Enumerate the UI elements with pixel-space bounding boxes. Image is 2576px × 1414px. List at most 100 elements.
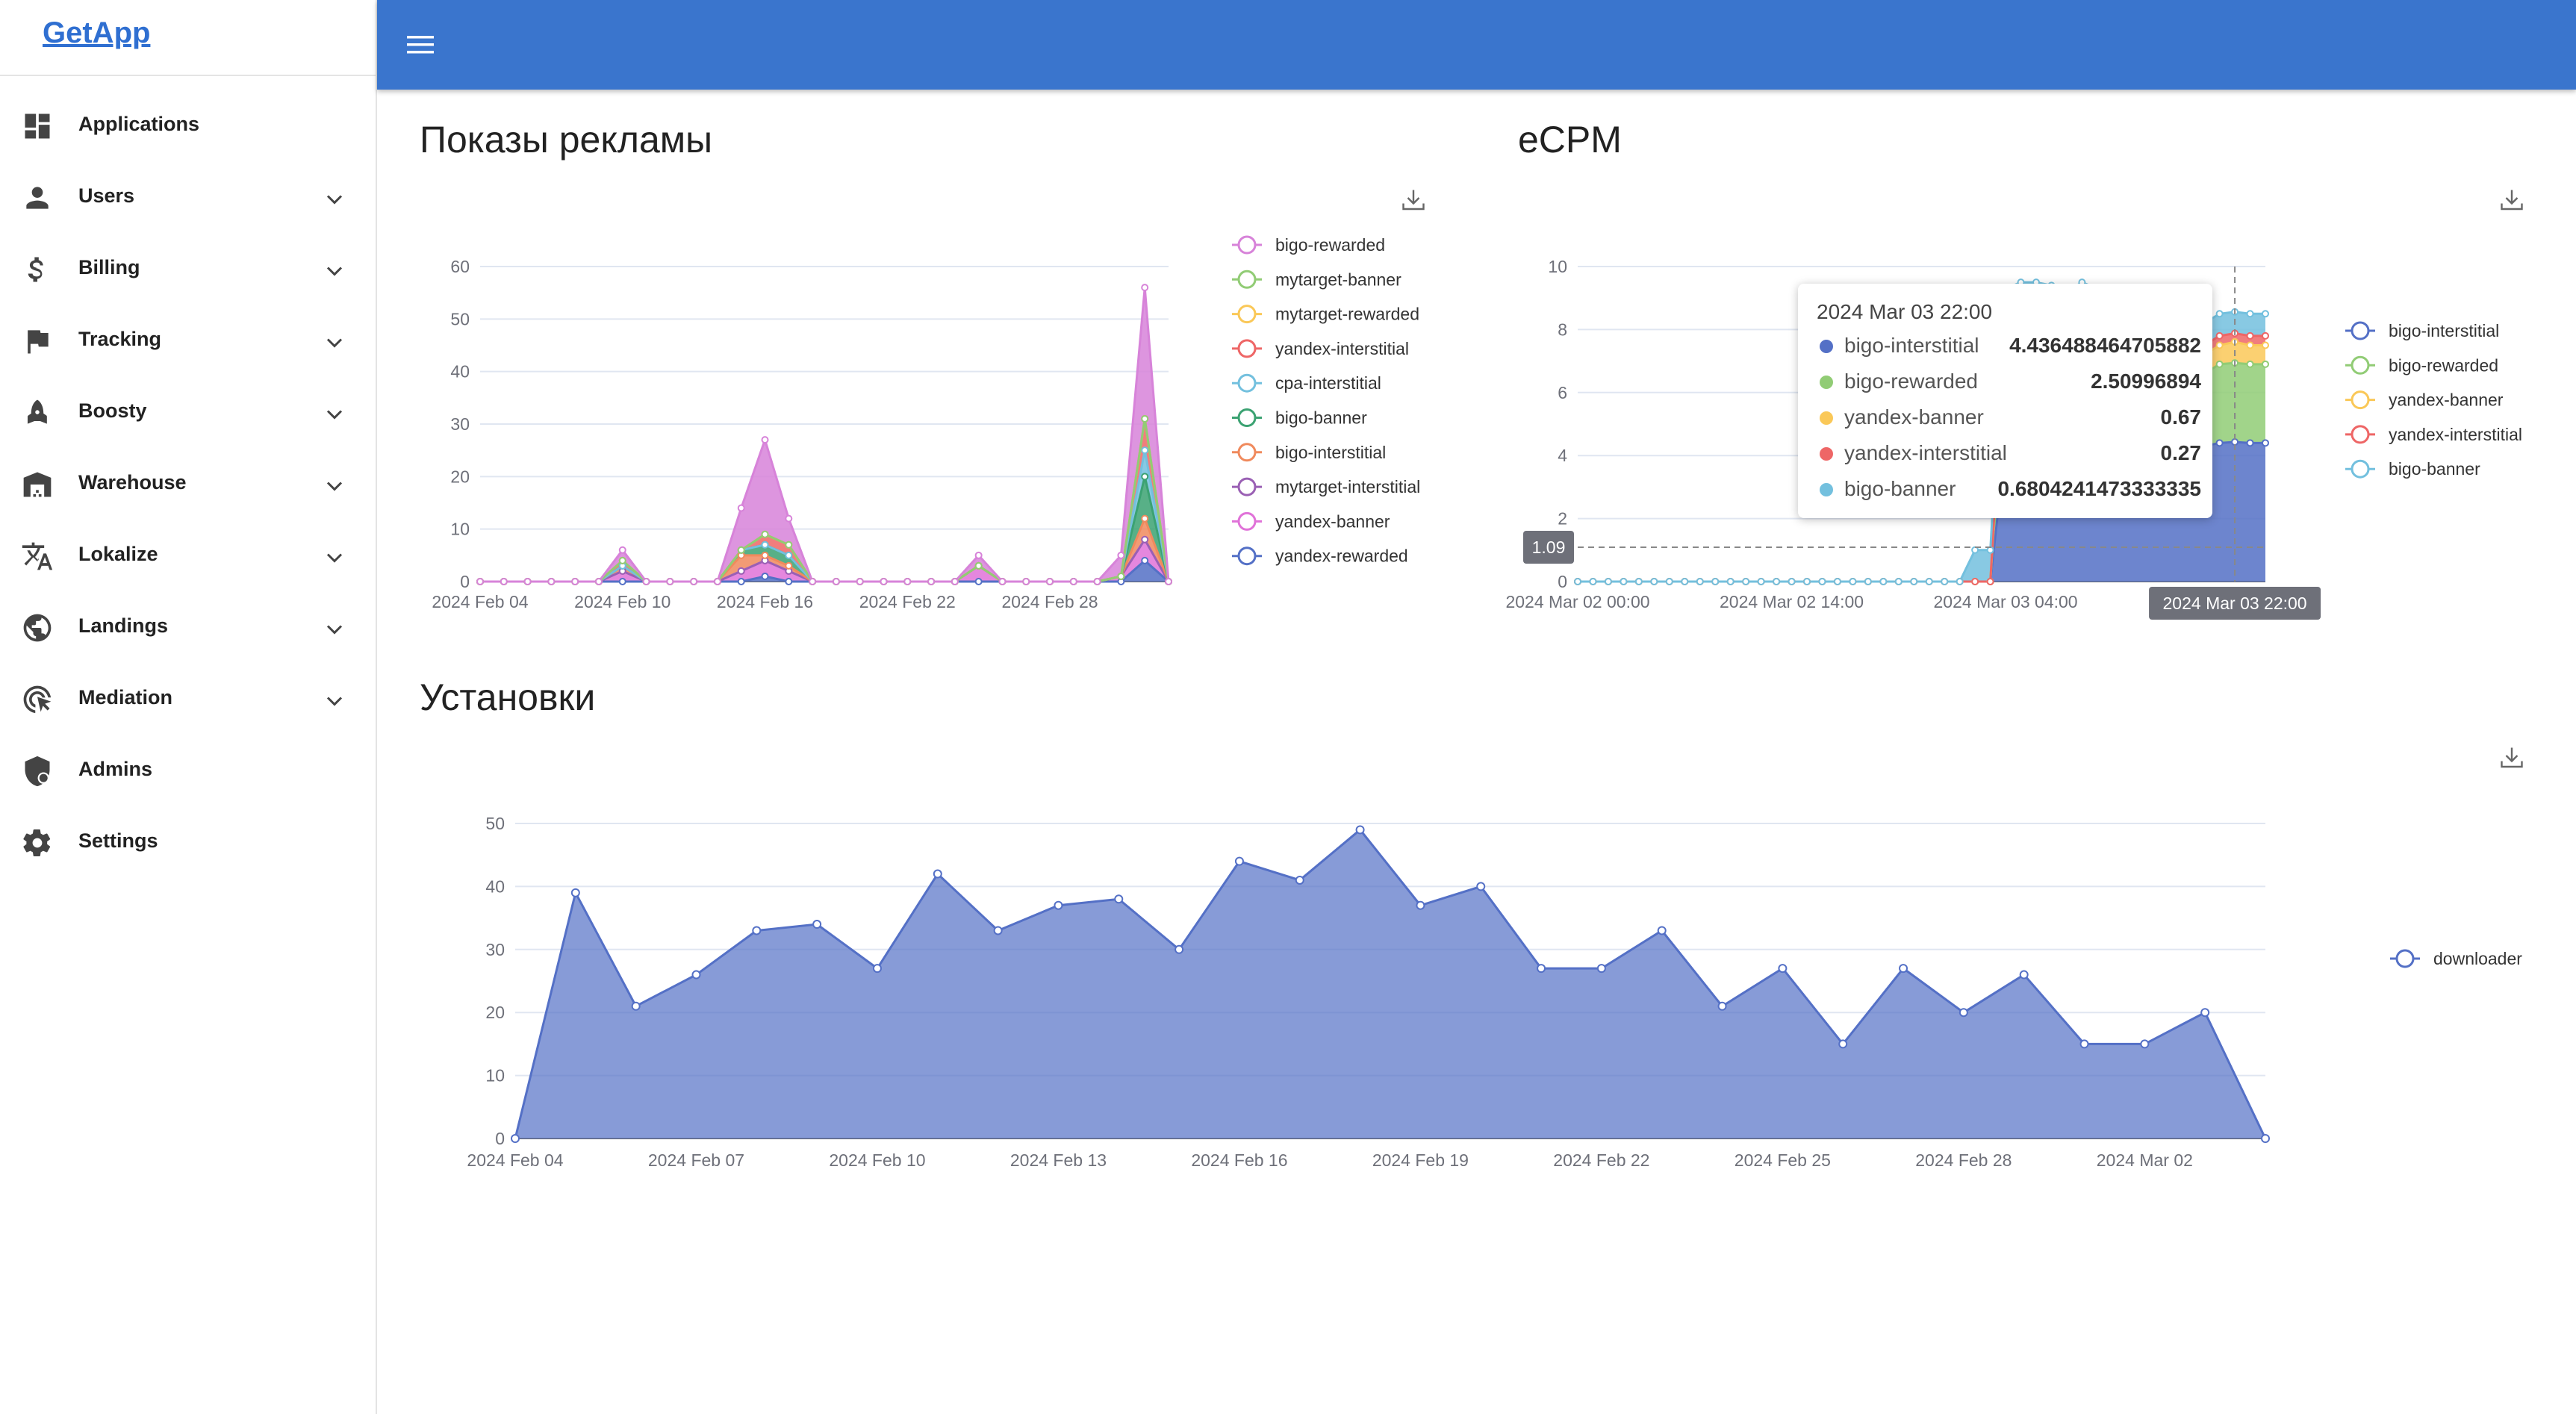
data-point xyxy=(1069,578,1077,585)
y-tick-label: 2 xyxy=(1558,509,1567,529)
legend-label: yandex-interstitial xyxy=(1275,339,1409,358)
data-point xyxy=(1476,882,1486,891)
series-area xyxy=(480,287,1169,582)
tooltip-series-name: yandex-banner xyxy=(1844,405,1984,429)
data-point xyxy=(1634,578,1643,585)
data-point xyxy=(1589,578,1597,585)
y-tick-label: 60 xyxy=(450,257,470,276)
data-point xyxy=(1788,578,1796,585)
data-point xyxy=(1355,825,1365,835)
data-point xyxy=(1093,578,1101,585)
data-point xyxy=(1141,535,1149,544)
data-point xyxy=(2215,439,2224,447)
data-point xyxy=(785,541,793,549)
crosshair-y-label: 1.09 xyxy=(1532,538,1566,557)
data-point xyxy=(1726,578,1735,585)
data-point xyxy=(2262,439,2269,447)
data-point xyxy=(1295,875,1304,885)
data-point xyxy=(2261,1134,2270,1143)
data-point xyxy=(998,578,1007,585)
legend-label: bigo-banner xyxy=(2389,459,2480,479)
x-tick-label: 2024 Feb 16 xyxy=(717,592,813,611)
data-point xyxy=(1054,900,1063,910)
y-tick-label: 40 xyxy=(485,876,505,896)
tooltip-series-value: 0.67 xyxy=(2160,405,2202,429)
data-point xyxy=(2019,970,2029,979)
legend-label: bigo-banner xyxy=(1275,408,1367,428)
series-line xyxy=(480,418,1170,583)
series-area xyxy=(480,418,1169,582)
data-point xyxy=(1899,964,1908,974)
legend-marker xyxy=(1237,408,1257,427)
legend-marker xyxy=(1237,235,1257,255)
y-tick-label: 50 xyxy=(485,814,505,833)
y-tick-label: 50 xyxy=(450,309,470,328)
legend-label: yandex-interstitial xyxy=(2389,425,2522,444)
legend-marker xyxy=(1237,270,1257,289)
data-point xyxy=(761,530,769,538)
data-point xyxy=(2231,438,2239,446)
tooltip-series-name: yandex-interstitial xyxy=(1844,441,2007,464)
data-point xyxy=(1141,446,1149,455)
legend-label: mytarget-rewarded xyxy=(1275,305,1419,324)
data-point xyxy=(974,578,983,585)
data-point xyxy=(547,578,556,585)
legend-label: mytarget-banner xyxy=(1275,270,1401,289)
data-point xyxy=(2215,360,2224,368)
series-line xyxy=(480,418,1170,583)
tooltip-row: bigo-rewarded 2.50996894 xyxy=(1817,367,2201,396)
data-point xyxy=(1175,944,1184,954)
legend-marker xyxy=(2351,425,2370,444)
data-point xyxy=(1117,551,1125,559)
data-point xyxy=(1773,578,1781,585)
x-tick-label: 2024 Feb 13 xyxy=(1010,1150,1107,1170)
data-point xyxy=(2246,360,2254,368)
data-point xyxy=(1742,578,1750,585)
tooltip-row: bigo-interstitial 4.436488464705882 xyxy=(1817,331,2201,361)
y-tick-label: 10 xyxy=(1548,257,1567,276)
data-point xyxy=(1696,578,1704,585)
tooltip-series-value: 2.50996894 xyxy=(2091,370,2201,393)
series-area xyxy=(515,829,2265,1139)
y-tick-label: 10 xyxy=(485,1066,505,1086)
data-point xyxy=(1114,894,1124,904)
data-point xyxy=(1665,578,1673,585)
data-point xyxy=(1141,473,1149,481)
legend-marker xyxy=(2351,390,2370,410)
y-tick-label: 20 xyxy=(485,1003,505,1022)
data-point xyxy=(737,504,745,512)
x-tick-label: 2024 Mar 02 14:00 xyxy=(1720,592,1864,611)
data-point xyxy=(2215,310,2224,318)
data-point xyxy=(1778,964,1788,974)
series-line xyxy=(480,515,1170,583)
tooltip-series-value: 0.27 xyxy=(2160,441,2202,464)
tooltip-row: yandex-banner 0.67 xyxy=(1817,402,2201,432)
data-point xyxy=(1849,578,1857,585)
series-color-dot xyxy=(1820,340,1833,353)
y-tick-label: 8 xyxy=(1558,320,1567,339)
legend-marker xyxy=(2351,321,2370,340)
data-point xyxy=(1657,926,1667,935)
data-point xyxy=(1620,578,1628,585)
data-point xyxy=(872,964,882,974)
data-point xyxy=(737,546,745,554)
x-tick-label: 2024 Feb 04 xyxy=(467,1150,563,1170)
data-point xyxy=(618,578,626,585)
data-point xyxy=(642,578,650,585)
data-point xyxy=(1650,578,1658,585)
series-line xyxy=(480,537,1170,583)
y-tick-label: 0 xyxy=(460,572,470,591)
data-point xyxy=(1879,578,1888,585)
tooltip-series-value: 4.436488464705882 xyxy=(2009,334,2201,357)
series-area xyxy=(480,560,1169,582)
data-point xyxy=(785,551,793,559)
data-point xyxy=(690,578,698,585)
data-point xyxy=(761,572,769,580)
data-point xyxy=(1234,856,1244,866)
data-point xyxy=(1838,1039,1848,1049)
tooltip-title: 2024 Mar 03 22:00 xyxy=(1817,300,1993,323)
data-point xyxy=(737,578,745,585)
data-point xyxy=(2215,331,2224,340)
tooltip-series-value: 0.6804241473333335 xyxy=(1997,477,2201,500)
x-tick-label: 2024 Mar 02 xyxy=(2097,1150,2193,1170)
